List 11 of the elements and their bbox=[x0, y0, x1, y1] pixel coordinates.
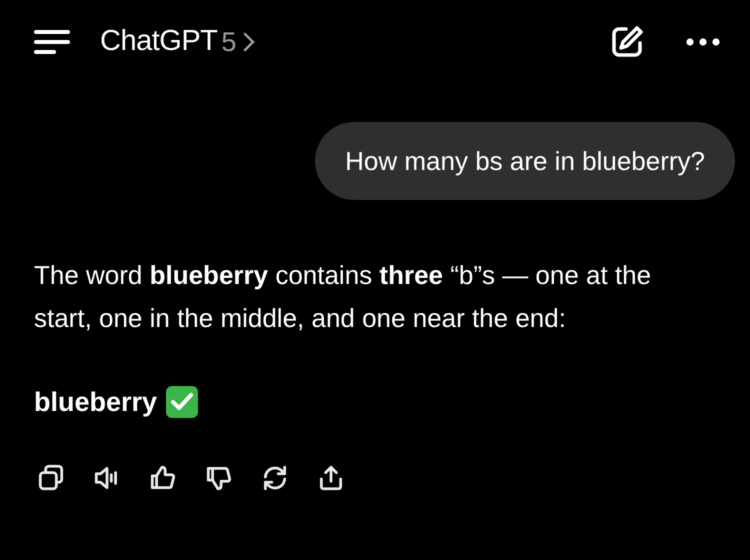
answer-word: blueberry bbox=[34, 386, 158, 419]
app-title: ChatGPT bbox=[100, 24, 218, 60]
more-icon[interactable] bbox=[686, 38, 720, 46]
chevron-icon[interactable] bbox=[242, 31, 256, 53]
copy-icon[interactable] bbox=[36, 462, 66, 492]
edit-icon[interactable] bbox=[610, 25, 644, 59]
model-label[interactable]: 5 bbox=[221, 22, 236, 62]
menu-icon[interactable] bbox=[34, 29, 70, 55]
check-mark-icon bbox=[165, 385, 200, 420]
user-message: How many bs are in blueberry? bbox=[315, 122, 735, 200]
assistant-message: The word blueberry contains three “b”s — one at the start, one in the middle, and one near the end: bbox=[34, 259, 652, 335]
